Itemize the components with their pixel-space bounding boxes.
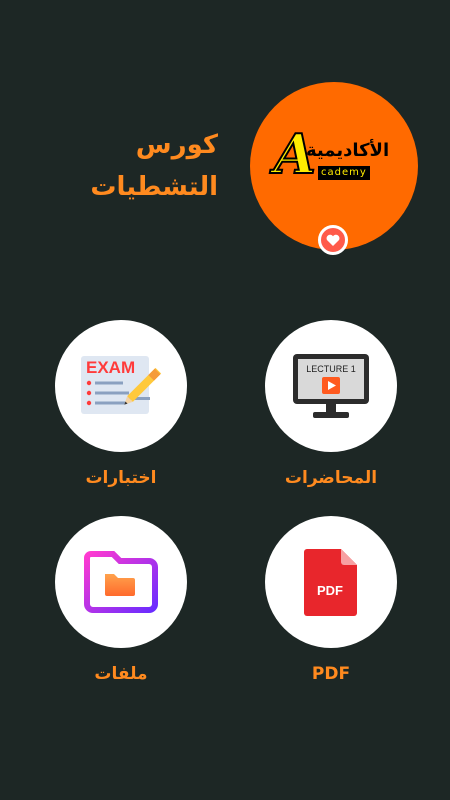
lectures-label[interactable]: المحاضرات bbox=[256, 468, 406, 488]
pdf-circle[interactable]: PDF bbox=[265, 516, 397, 648]
exam-checklist-icon: EXAM bbox=[81, 356, 162, 414]
pdf-label[interactable]: PDF bbox=[256, 664, 406, 684]
menu-lectures[interactable]: LECTURE 1 المحاضرات bbox=[256, 320, 406, 510]
menu-files[interactable]: ملفات bbox=[46, 516, 196, 706]
menu-exams[interactable]: EXAM اختبارات bbox=[46, 320, 196, 510]
pdf-icon-text: PDF bbox=[317, 583, 343, 598]
lectures-circle[interactable]: LECTURE 1 bbox=[265, 320, 397, 452]
exams-circle[interactable]: EXAM bbox=[55, 320, 187, 452]
files-circle[interactable] bbox=[55, 516, 187, 648]
folder-icon bbox=[84, 551, 158, 613]
lecture-video-icon: LECTURE 1 bbox=[293, 354, 369, 418]
pdf-file-icon: PDF bbox=[304, 549, 357, 616]
exams-label[interactable]: اختبارات bbox=[46, 468, 196, 488]
menu-grid: LECTURE 1 المحاضرات EXAM اختبارات PDF PD… bbox=[0, 0, 450, 800]
menu-pdf[interactable]: PDF PDF bbox=[256, 516, 406, 706]
exam-icon-text: EXAM bbox=[86, 358, 135, 377]
lecture-icon-text: LECTURE 1 bbox=[306, 364, 356, 374]
files-label[interactable]: ملفات bbox=[46, 664, 196, 684]
